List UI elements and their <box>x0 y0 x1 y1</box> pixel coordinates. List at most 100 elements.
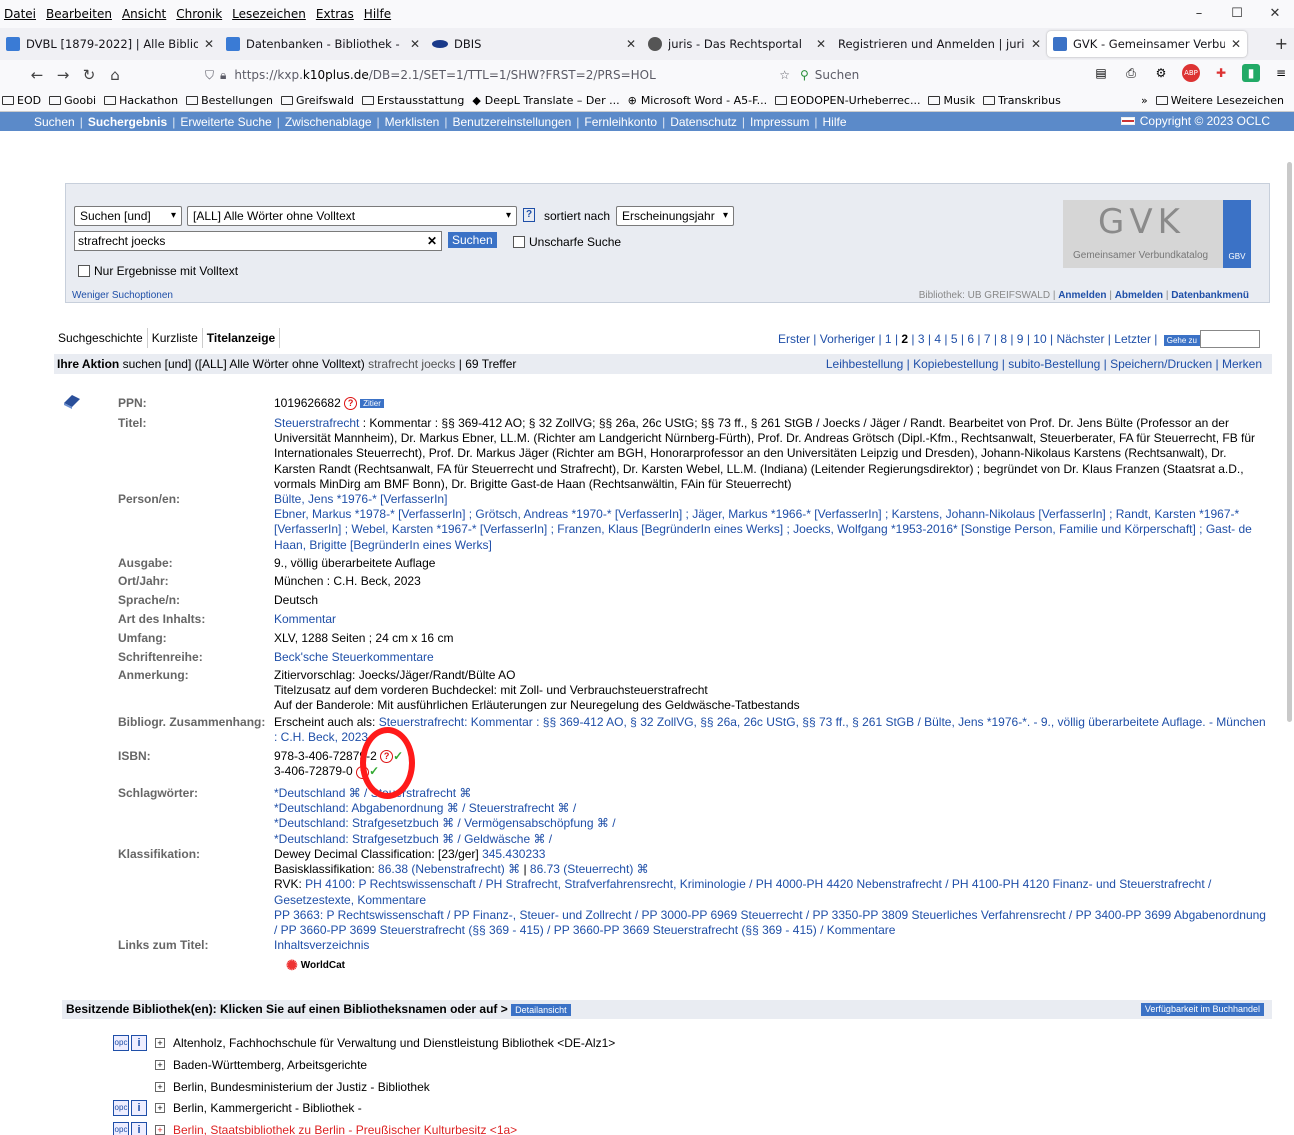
browser-tab-juris[interactable]: juris - Das Rechtsportal ✕ <box>642 28 832 60</box>
person-link[interactable]: Bülte, Jens *1976-* [VerfasserIn] <box>274 492 447 506</box>
series-link[interactable]: Beck'sche Steuerkommentare <box>274 650 1270 665</box>
expand-icon[interactable]: + <box>155 1060 165 1070</box>
library-name[interactable]: Altenholz, Fachhochschule für Verwaltung… <box>173 1036 615 1050</box>
bk-link[interactable]: 86.38 (Nebenstrafrecht) ⌘ <box>378 862 520 876</box>
nav-suchen[interactable]: Suchen <box>34 115 75 129</box>
tab-titelanzeige[interactable]: Titelanzeige <box>203 328 281 348</box>
extension-icon[interactable]: ✚ <box>1212 64 1230 82</box>
library-name[interactable]: Baden-Württemberg, Arbeitsgerichte <box>173 1058 367 1072</box>
help-icon[interactable]: ? <box>523 208 535 222</box>
pager-page[interactable]: 5 <box>951 332 958 346</box>
nav-impressum[interactable]: Impressum <box>750 115 809 129</box>
nav-merklisten[interactable]: Merklisten <box>385 115 440 129</box>
expand-icon[interactable]: + <box>155 1125 165 1135</box>
rvk-link[interactable]: PH 4100: P Rechtswissenschaft / PH Straf… <box>274 877 1211 906</box>
less-options-link[interactable]: Weniger Suchoptionen <box>72 290 173 301</box>
bookmark-greifswald[interactable]: Greifswald <box>281 94 354 107</box>
search-input[interactable]: strafrecht joecks ✕ <box>74 231 442 251</box>
browser-tab-dbis[interactable]: DBIS ✕ <box>426 28 642 60</box>
bookmark-hackathon[interactable]: Hackathon <box>104 94 178 107</box>
settings-gear-icon[interactable]: ⚙ <box>1152 64 1170 82</box>
leihbestellung-link[interactable]: Leihbestellung <box>826 357 903 371</box>
clear-icon[interactable]: ✕ <box>427 232 437 250</box>
worldcat-button[interactable]: ✺ WorldCat <box>286 958 345 973</box>
kopiebestellung-link[interactable]: Kopiebestellung <box>913 357 998 371</box>
tab-close-icon[interactable]: ✕ <box>1031 37 1041 51</box>
pager-last[interactable]: Letzter <box>1114 332 1151 346</box>
search-button[interactable]: Suchen <box>448 232 497 248</box>
cite-button[interactable]: Zitier <box>360 399 384 409</box>
nav-erweiterte-suche[interactable]: Erweiterte Suche <box>180 115 271 129</box>
nav-fernleihkonto[interactable]: Fernleihkonto <box>584 115 657 129</box>
tab-suchgeschichte[interactable]: Suchgeschichte <box>54 328 148 348</box>
info-icon[interactable]: i <box>131 1122 147 1135</box>
browser-tab-gvk[interactable]: GVK - Gemeinsamer Verbundka ✕ <box>1047 31 1247 57</box>
library-name[interactable]: Berlin, Kammergericht - Bibliothek - <box>173 1101 362 1115</box>
tab-close-icon[interactable]: ✕ <box>410 37 420 51</box>
pager-prev[interactable]: Vorheriger <box>820 332 875 346</box>
holding-row[interactable]: opc i + Berlin, Staatsbibliothek zu Berlin… <box>113 1121 517 1135</box>
fuzzy-search-checkbox[interactable]: Unscharfe Suche <box>513 235 621 249</box>
expand-icon[interactable]: + <box>155 1038 165 1048</box>
save-print-link[interactable]: Speichern/Drucken <box>1110 357 1212 371</box>
library-name[interactable]: Berlin, Staatsbibliothek zu Berlin - Pre… <box>173 1123 517 1135</box>
bookmark-more[interactable]: Weitere Lesezeichen <box>1155 94 1284 107</box>
menu-chronik[interactable]: Chronik <box>176 7 222 21</box>
print-icon[interactable]: ⎙ <box>1122 64 1140 82</box>
menu-bearbeiten[interactable]: Bearbeiten <box>46 7 112 21</box>
library-name[interactable]: Berlin, Bundesministerium der Justiz - B… <box>173 1080 430 1094</box>
pager-page[interactable]: 8 <box>1000 332 1007 346</box>
language-flag-icon[interactable] <box>1120 117 1135 125</box>
checkbox-icon[interactable] <box>78 265 90 277</box>
extension-green-icon[interactable]: ▮ <box>1242 64 1260 82</box>
tab-close-icon[interactable]: ✕ <box>816 37 826 51</box>
opc-icon[interactable]: opc <box>113 1100 129 1116</box>
toc-link[interactable]: Inhaltsverzeichnis <box>274 938 369 952</box>
info-icon[interactable]: i <box>131 1035 147 1051</box>
menu-hamburger-icon[interactable]: ≡ <box>1272 64 1290 82</box>
search-field-select[interactable]: [ALL] Alle Wörter ohne Volltext ▾ <box>187 206 517 226</box>
reload-icon[interactable]: ↻ <box>76 66 102 84</box>
pager-page[interactable]: 3 <box>918 332 925 346</box>
help-circle-icon[interactable]: ? <box>344 397 358 411</box>
title-link[interactable]: Steuerstrafrecht <box>274 416 359 430</box>
bookmark-deepl[interactable]: ◆ DeepL Translate – Der ... <box>472 94 619 107</box>
goto-input[interactable] <box>1200 330 1260 348</box>
tab-close-icon[interactable]: ✕ <box>626 37 636 51</box>
info-icon[interactable]: i <box>131 1100 147 1116</box>
login-link[interactable]: Anmelden <box>1058 290 1106 301</box>
lock-icon[interactable]: 🔒︎ <box>220 68 226 83</box>
pager-page[interactable]: 9 <box>1017 332 1024 346</box>
menu-ansicht[interactable]: Ansicht <box>122 7 166 21</box>
scrollbar-thumb[interactable] <box>1287 162 1292 722</box>
home-icon[interactable]: ⌂ <box>102 66 128 84</box>
holding-row[interactable]: + Berlin, Bundesministerium der Justiz - … <box>113 1078 430 1096</box>
bookmark-word[interactable]: ⊕ Microsoft Word - A5-F... <box>628 94 768 107</box>
back-icon[interactable]: ← <box>24 66 50 84</box>
sort-select[interactable]: Erscheinungsjahr ▾ <box>616 206 734 226</box>
pager-next[interactable]: Nächster <box>1056 332 1104 346</box>
pager-first[interactable]: Erster <box>778 332 810 346</box>
pager-page[interactable]: 10 <box>1033 332 1046 346</box>
subject-chain[interactable]: *Deutschland: Abgabenordnung ⌘ / Steuers… <box>274 801 576 815</box>
opc-icon[interactable]: opc <box>113 1122 129 1135</box>
merken-link[interactable]: Merken <box>1222 357 1262 371</box>
persons-links[interactable]: Ebner, Markus *1978-* [VerfasserIn] ; Gr… <box>274 507 1252 551</box>
browser-tab-dvbl[interactable]: DVBL [1879-2022] | Alle Biblioth ✕ <box>0 28 220 60</box>
bookmark-eodopen[interactable]: EODOPEN-Urheberrec... <box>775 94 920 107</box>
holding-row[interactable]: opc i + Altenholz, Fachhochschule für Verw… <box>113 1034 615 1052</box>
search-mode-select[interactable]: Suchen [und] ▾ <box>74 206 182 226</box>
adblock-icon[interactable]: ABP <box>1182 64 1200 82</box>
pager-page[interactable]: 6 <box>967 332 974 346</box>
expand-icon[interactable]: + <box>155 1082 165 1092</box>
menu-hilfe[interactable]: Hilfe <box>364 7 391 21</box>
scrollbar[interactable] <box>1284 160 1294 1135</box>
tab-close-icon[interactable]: ✕ <box>204 37 214 51</box>
ddc-link[interactable]: 345.430233 <box>482 847 545 861</box>
maximize-icon[interactable]: ☐ <box>1218 0 1256 28</box>
pager-page[interactable]: 1 <box>885 332 892 346</box>
bookmark-eod[interactable]: EOD <box>2 94 41 107</box>
tab-kurzliste[interactable]: Kurzliste <box>148 328 203 348</box>
bookmark-transkribus[interactable]: Transkribus <box>983 94 1061 107</box>
fulltext-only-checkbox[interactable]: Nur Ergebnisse mit Volltext <box>78 264 238 278</box>
